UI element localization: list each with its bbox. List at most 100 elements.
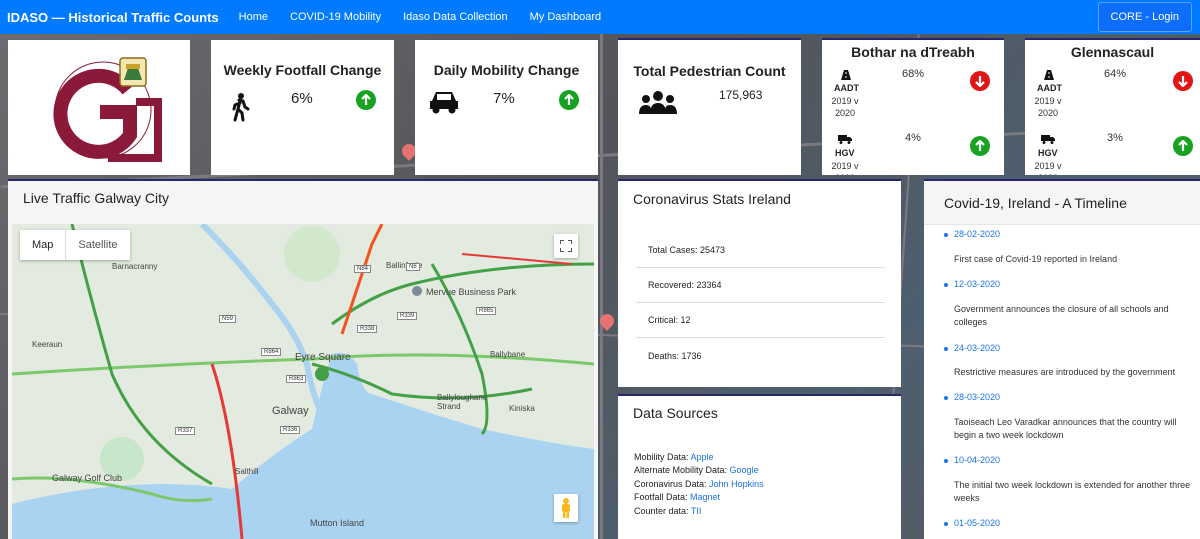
stat-total-cases: Total Cases: 25473 [636, 233, 885, 268]
map-label-golf-club: Galway Golf Club [52, 473, 123, 483]
up-arrow-icon [356, 90, 376, 110]
truck-icon [1041, 135, 1055, 144]
hgv-period: 2019 v 2020 [1034, 161, 1062, 175]
source-link-google[interactable]: Google [730, 465, 759, 475]
login-button[interactable]: CORE - Login [1097, 2, 1192, 32]
source-alt-mobility: Alternate Mobility Data: Google [634, 465, 759, 475]
route-card-glennascaul: Glennascaul AADT 2019 v 2020 64% HGV 201… [1025, 38, 1200, 175]
timeline-date[interactable]: 24-03-2020 [954, 343, 1000, 353]
road-badge: R336 [280, 426, 301, 434]
route-name: Glennascaul [1070, 44, 1155, 60]
timeline-bullet [944, 459, 948, 463]
brand-title[interactable]: IDASO — Historical Traffic Counts [7, 10, 219, 25]
footfall-card: Weekly Footfall Change 6% [211, 40, 394, 175]
source-link-tii[interactable]: TII [691, 506, 702, 516]
source-link-john-hopkins[interactable]: John Hopkins [709, 479, 764, 489]
source-counter: Counter data: TII [634, 506, 701, 516]
map-type-control: Map Satellite [20, 230, 130, 260]
timeline-text: Government announces the closure of all … [954, 304, 1169, 327]
street-view-pegman-icon[interactable] [554, 494, 578, 522]
traffic-map[interactable]: Ballinfoyle Barnacranny Mervue Business … [12, 224, 594, 539]
map-label-ballyloughane: Ballyloughane Strand [437, 393, 488, 411]
road-badge: R338 [357, 325, 378, 333]
map-tab-satellite[interactable]: Satellite [65, 230, 129, 260]
timeline-text: First case of Covid-19 reported in Irela… [954, 254, 1118, 264]
road-badge: N84 [354, 265, 372, 273]
source-label: Coronavirus Data: [634, 479, 710, 489]
logo-card [8, 40, 190, 175]
timeline-date[interactable]: 01-05-2020 [954, 518, 1000, 528]
road-badge: N6 [406, 263, 420, 271]
aadt-label: AADT [1037, 83, 1062, 93]
timeline-bullet [944, 396, 948, 400]
route-card-bothar: Bothar na dTreabh AADT 2019 v 2020 68% H… [822, 38, 1004, 175]
map-tab-map[interactable]: Map [20, 230, 65, 260]
stat-deaths: Deaths: 1736 [648, 350, 702, 361]
nav-covid-mobility[interactable]: COVID-19 Mobility [290, 11, 381, 23]
navbar: IDASO — Historical Traffic Counts Home C… [0, 0, 1200, 34]
down-arrow-icon [1173, 71, 1193, 91]
map-label-mervue: Mervue Business Park [426, 287, 517, 297]
source-label: Mobility Data: [634, 452, 691, 462]
map-label-ballybane: Ballybane [490, 350, 526, 359]
road-badge: R864 [261, 348, 282, 356]
aadt-pct: 64% [1104, 68, 1127, 80]
road-badge: R339 [397, 312, 418, 320]
footfall-value: 6% [291, 90, 313, 107]
fullscreen-icon[interactable] [554, 234, 578, 258]
timeline-date[interactable]: 12-03-2020 [954, 279, 1000, 289]
pedestrian-value: 175,963 [719, 88, 763, 102]
mobility-card: Daily Mobility Change 7% [415, 40, 598, 175]
source-link-magnet[interactable]: Magnet [690, 492, 720, 502]
map-label-eyre-square: Eyre Square [295, 352, 351, 363]
sources-title: Data Sources [633, 405, 718, 421]
stat-critical: Critical: 12 [636, 303, 885, 338]
source-mobility: Mobility Data: Apple [634, 452, 714, 462]
map-label-barnacranny: Barnacranny [112, 262, 158, 271]
timeline-card: Covid-19, Ireland - A Timeline 28-02-202… [924, 179, 1200, 539]
walking-person-icon [232, 93, 250, 122]
nav-idaso-data-collection[interactable]: Idaso Data Collection [403, 11, 508, 23]
map-label-kiniska: Kiniska [509, 404, 535, 413]
road-badge: R337 [175, 427, 196, 435]
aadt-period: 2019 v 2020 [1034, 96, 1062, 118]
source-label: Alternate Mobility Data: [634, 465, 730, 475]
footfall-title: Weekly Footfall Change [223, 62, 382, 78]
aadt-label: AADT [834, 83, 859, 93]
timeline-date[interactable]: 28-03-2020 [954, 392, 1000, 402]
timeline-bullet [944, 522, 948, 526]
route-name: Bothar na dTreabh [851, 44, 975, 60]
road-icon [1044, 70, 1054, 80]
aadt-pct: 68% [902, 68, 925, 80]
timeline-bullet [944, 283, 948, 287]
road-icon [841, 70, 851, 80]
timeline-date[interactable]: 28-02-2020 [954, 229, 1000, 239]
map-label-galway: Galway [272, 405, 309, 417]
timeline-title: Covid-19, Ireland - A Timeline [924, 181, 1200, 225]
hgv-period: 2019 v 2020 [831, 161, 859, 175]
timeline-text: Restrictive measures are introduced by t… [954, 367, 1176, 377]
nav-my-dashboard[interactable]: My Dashboard [530, 11, 602, 23]
source-link-apple[interactable]: Apple [691, 452, 714, 462]
corona-title: Coronavirus Stats Ireland [618, 181, 901, 217]
hgv-pct: 4% [905, 132, 921, 144]
pedestrian-title: Total Pedestrian Count [633, 63, 786, 79]
truck-icon [838, 135, 852, 144]
road-badge: R863 [286, 375, 307, 383]
source-coronavirus: Coronavirus Data: John Hopkins [634, 479, 764, 489]
hgv-label: HGV [1038, 148, 1058, 158]
road-badge: R865 [476, 307, 497, 315]
map-label-salthill: Salthill [235, 467, 259, 476]
hgv-label: HGV [835, 148, 855, 158]
hgv-pct: 3% [1107, 132, 1123, 144]
pedestrian-card: Total Pedestrian Count 175,963 [618, 38, 801, 175]
mobility-value: 7% [493, 90, 515, 107]
live-traffic-title: Live Traffic Galway City [23, 190, 170, 206]
timeline-date[interactable]: 10-04-2020 [954, 455, 1000, 465]
nav-home[interactable]: Home [239, 11, 268, 23]
corona-stats-card: Coronavirus Stats Ireland Total Cases: 2… [618, 179, 901, 387]
timeline-bullet [944, 347, 948, 351]
timeline-text: Taoiseach Leo Varadkar announces that th… [954, 417, 1177, 440]
up-arrow-icon [970, 136, 990, 156]
data-sources-card: Data Sources Mobility Data: Apple Altern… [618, 394, 901, 539]
